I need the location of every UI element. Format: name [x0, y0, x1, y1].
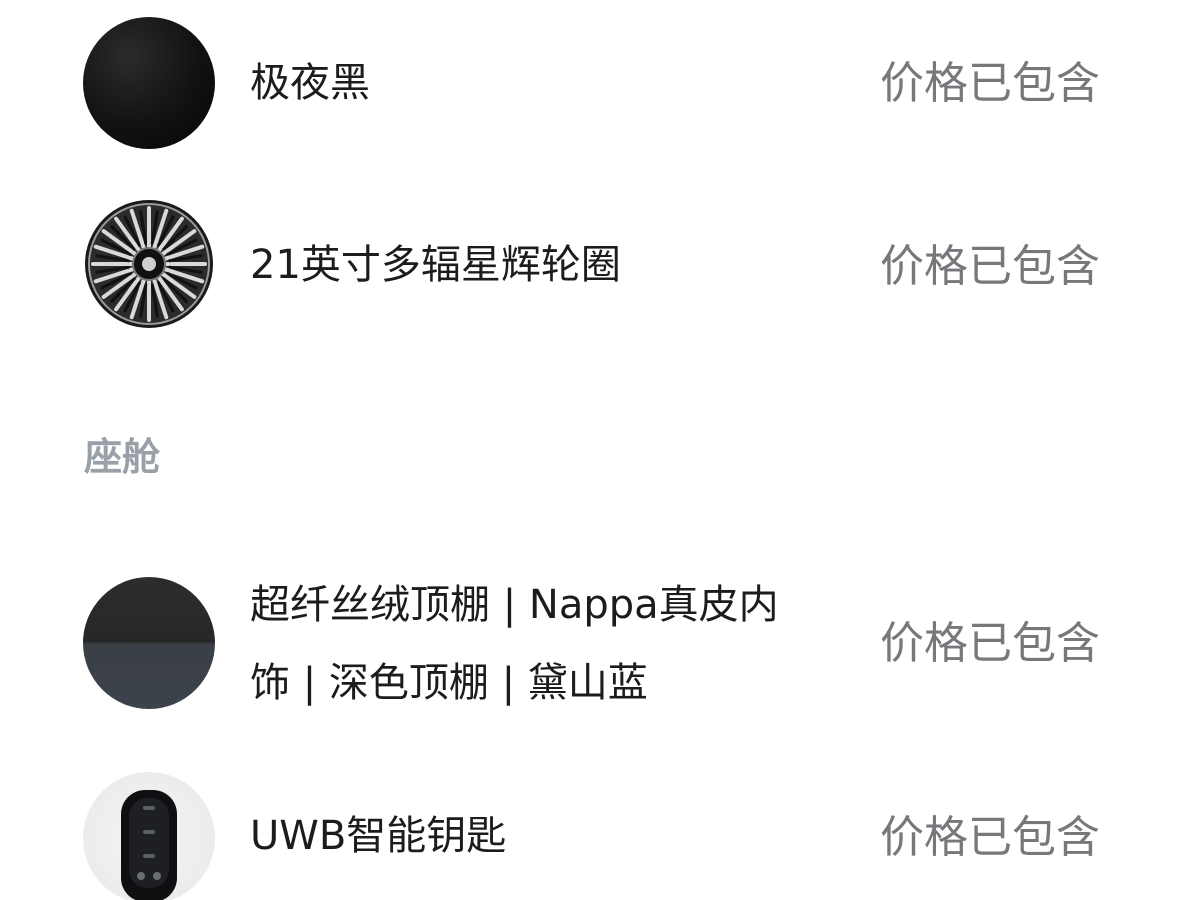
item-name: 极夜黑	[250, 60, 370, 106]
config-list-page: 极夜黑 价格已包含 21英寸多辐星辉轮圈 价格已包含 座舱 超纤丝绒顶棚 | N…	[0, 0, 1200, 900]
item-name: 超纤丝绒顶棚 | Nappa真皮内饰 | 深色顶棚 | 黛山蓝	[250, 582, 779, 706]
item-price: 价格已包含	[880, 58, 1100, 109]
item-name: UWB智能钥匙	[250, 813, 507, 859]
section-title-cabin: 座舱	[84, 435, 161, 479]
item-price: 价格已包含	[880, 812, 1100, 863]
item-price: 价格已包含	[880, 241, 1100, 292]
wheel-rim-icon	[83, 198, 215, 330]
smart-key-icon	[83, 772, 215, 900]
item-price: 价格已包含	[880, 618, 1100, 669]
interior-swatch-icon	[83, 577, 215, 709]
item-name: 21英寸多辐星辉轮圈	[250, 242, 621, 288]
paint-swatch-black-icon	[83, 17, 215, 149]
